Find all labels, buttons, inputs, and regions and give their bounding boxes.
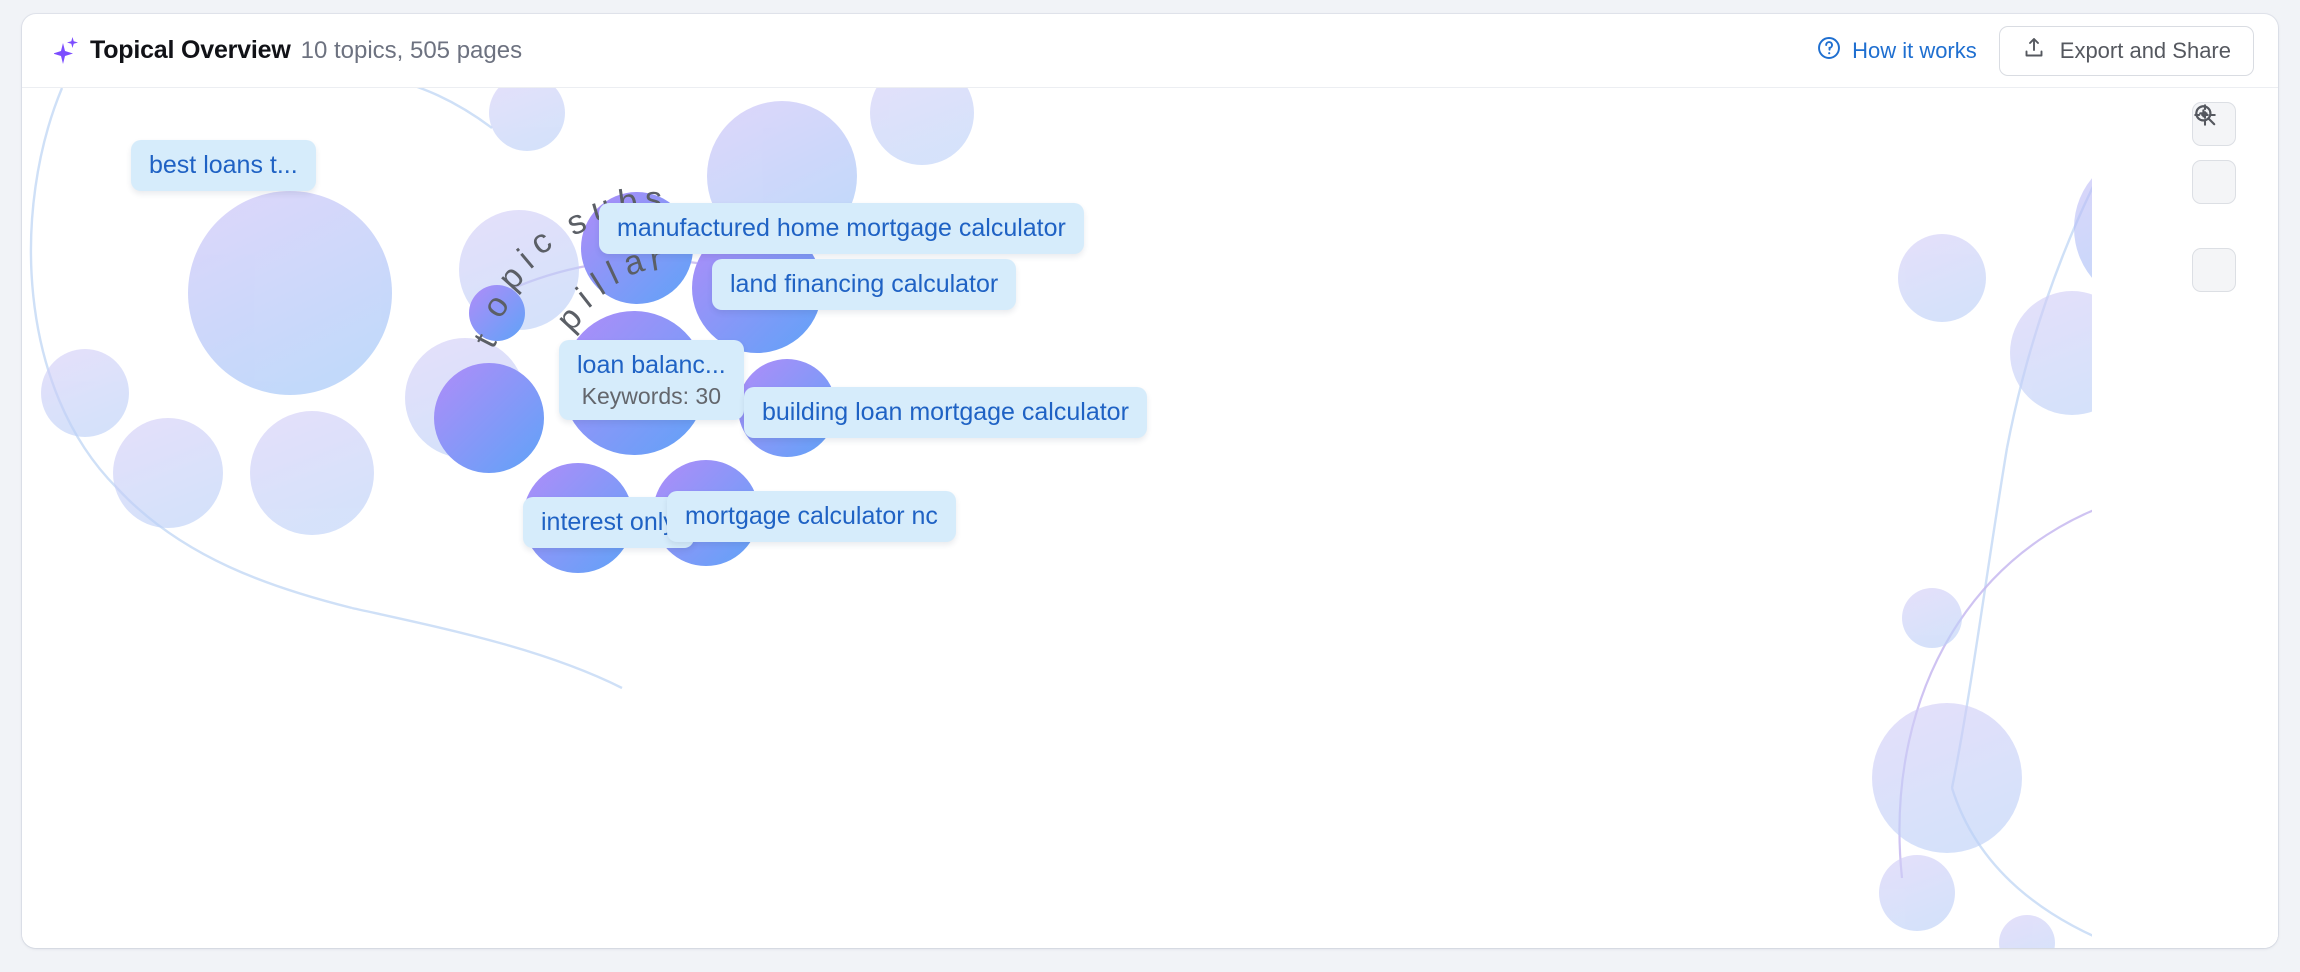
page-subtitle: 10 topics, 505 pages xyxy=(300,36,523,64)
upload-icon xyxy=(2022,36,2046,66)
topical-overview-card: Topical Overview 10 topics, 505 pages Ho… xyxy=(22,14,2278,948)
page-title: Topical Overview xyxy=(90,35,291,64)
node-label-text: building loan mortgage calculator xyxy=(762,398,1129,426)
node-label-text: best loans t... xyxy=(149,151,298,179)
node-label-loan-balance[interactable]: loan balanc... Keywords: 30 xyxy=(559,340,744,421)
node-label-text: refina xyxy=(2136,152,2199,180)
canvas-controls xyxy=(2192,102,2236,292)
topical-graph-canvas[interactable]: t o p i c s u b s p i l l a r best lo xyxy=(22,88,2278,948)
zoom-out-button[interactable] xyxy=(2192,105,2236,204)
sparkle-icon xyxy=(53,36,80,66)
node-label-text: land financing calculator xyxy=(730,270,999,298)
question-circle-icon xyxy=(1816,35,1842,67)
node-label-best-loans[interactable]: best loans t... xyxy=(131,140,316,191)
node-label-manufactured[interactable]: manufactured home mortgage calculator xyxy=(599,203,1084,254)
node-label-debt-consolidation[interactable]: debt consoli... xyxy=(2114,569,2278,620)
card-header: Topical Overview 10 topics, 505 pages Ho… xyxy=(22,14,2278,88)
node-label-text: mortgage calculator nc xyxy=(685,502,938,530)
title-group: Topical Overview 10 topics, 505 pages xyxy=(53,35,523,66)
fit-to-screen-button[interactable] xyxy=(2192,104,2236,292)
controls-spacer xyxy=(2192,218,2236,234)
how-it-works-link[interactable]: How it works xyxy=(1816,35,1977,67)
peripheral-bubbles xyxy=(41,88,2278,948)
node-label-land-financing[interactable]: land financing calculator xyxy=(712,259,1017,310)
node-label-text: debt consoli... xyxy=(2132,580,2278,608)
export-and-share-label: Export and Share xyxy=(2059,37,2231,63)
header-actions: How it works Export and Share xyxy=(1816,25,2254,76)
how-it-works-label: How it works xyxy=(1852,37,1977,63)
node-label-text: manufactured home mortgage calculator xyxy=(617,214,1066,242)
graph-svg: t o p i c s u b s p i l l a r xyxy=(29,88,2278,948)
node-label-mortgage-nc[interactable]: mortgage calculator nc xyxy=(667,491,956,542)
export-and-share-button[interactable]: Export and Share xyxy=(1998,25,2254,76)
node-keywords-count: Keywords: 30 xyxy=(581,382,722,409)
node-label-text: interest only xyxy=(541,508,676,536)
node-label-building-loan[interactable]: building loan mortgage calculator xyxy=(744,387,1147,438)
node-label-text: loan balanc... xyxy=(577,351,726,379)
